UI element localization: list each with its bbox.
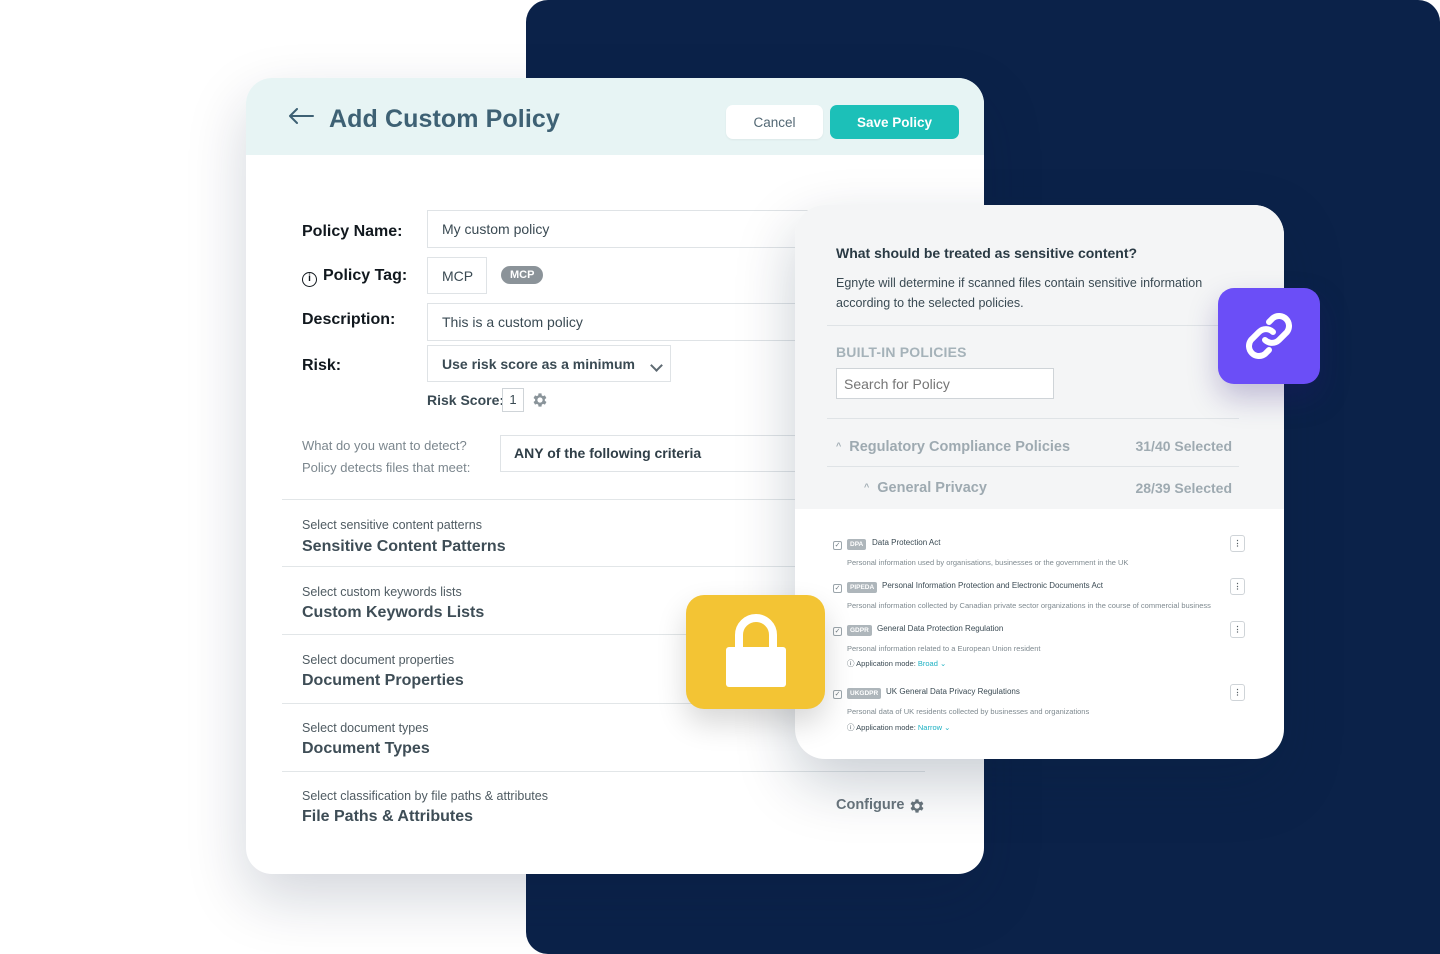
section-subtitle: Select document properties bbox=[302, 653, 455, 667]
description-label: Description: bbox=[302, 311, 396, 328]
chevron-up-icon: ^ bbox=[864, 482, 870, 492]
policy-name-label: Policy Name: bbox=[302, 223, 403, 240]
chevron-down-icon: ⌄ bbox=[942, 723, 951, 732]
policy-description: Personal information used by organisatio… bbox=[847, 558, 1129, 567]
page-title: Add Custom Policy bbox=[329, 105, 560, 133]
section-document-types[interactable]: Document Types bbox=[302, 740, 430, 758]
checkbox[interactable]: ✓ bbox=[833, 627, 842, 636]
divider bbox=[827, 418, 1239, 419]
application-mode-label: Application mode: bbox=[856, 659, 916, 668]
side-question: What should be treated as sensitive cont… bbox=[836, 245, 1138, 261]
save-policy-button[interactable]: Save Policy bbox=[830, 105, 959, 139]
policy-tag-pill: MCP bbox=[501, 266, 544, 284]
chevron-down-icon bbox=[650, 359, 663, 372]
policy-description: Personal data of UK residents collected … bbox=[847, 707, 1090, 716]
group-name: Regulatory Compliance Policies bbox=[849, 439, 1071, 455]
built-in-policies-card: What should be treated as sensitive cont… bbox=[795, 205, 1284, 759]
more-options-icon[interactable]: ⋮ bbox=[1230, 684, 1245, 701]
policy-tag-input[interactable]: MCP bbox=[427, 257, 487, 294]
policy-badge: GDPR bbox=[847, 625, 872, 636]
policy-search-input[interactable] bbox=[836, 368, 1054, 399]
policy-name: UK General Data Privacy Regulations bbox=[886, 687, 1020, 696]
group-name: General Privacy bbox=[877, 480, 987, 496]
detect-question: What do you want to detect? bbox=[302, 438, 467, 453]
section-subtitle: Select classification by file paths & at… bbox=[302, 789, 548, 803]
risk-select-value: Use risk score as a minimum bbox=[442, 355, 635, 372]
policy-badge: DPA bbox=[847, 539, 867, 550]
policy-name-input[interactable]: My custom policy bbox=[427, 210, 847, 248]
stage: Add Custom Policy Cancel Save Policy Pol… bbox=[0, 0, 1440, 954]
group-general-privacy[interactable]: ^ General Privacy bbox=[864, 480, 987, 496]
policy-tag-label-text: Policy Tag: bbox=[323, 267, 408, 284]
risk-select[interactable]: Use risk score as a minimum bbox=[427, 345, 671, 382]
criteria-select[interactable]: ANY of the following criteria bbox=[500, 435, 820, 472]
application-mode-select[interactable]: Narrow bbox=[918, 723, 942, 732]
cancel-button[interactable]: Cancel bbox=[726, 105, 823, 139]
group-count: 31/40 Selected bbox=[1135, 438, 1232, 454]
section-sensitive-content-patterns[interactable]: Sensitive Content Patterns bbox=[302, 538, 506, 556]
application-mode: ⓘ Application mode: Broad ⌄ bbox=[847, 659, 947, 668]
section-custom-keywords-lists[interactable]: Custom Keywords Lists bbox=[302, 604, 484, 622]
gear-icon[interactable] bbox=[531, 391, 549, 409]
risk-label: Risk: bbox=[302, 357, 342, 374]
section-subtitle: Select document types bbox=[302, 721, 429, 735]
more-options-icon[interactable]: ⋮ bbox=[1230, 621, 1245, 638]
gear-icon[interactable] bbox=[908, 797, 926, 815]
divider bbox=[282, 771, 925, 772]
info-icon[interactable]: i bbox=[302, 272, 317, 287]
policy-description: Personal information related to a Europe… bbox=[847, 644, 1041, 653]
chevron-up-icon: ^ bbox=[836, 441, 842, 451]
application-mode: ⓘ Application mode: Narrow ⌄ bbox=[847, 723, 951, 732]
section-file-paths-attributes[interactable]: File Paths & Attributes bbox=[302, 808, 473, 826]
lock-icon bbox=[726, 614, 786, 687]
divider bbox=[827, 325, 1239, 326]
policy-tag-label: i Policy Tag: bbox=[302, 267, 407, 287]
group-count: 28/39 Selected bbox=[1135, 480, 1232, 496]
section-document-properties[interactable]: Document Properties bbox=[302, 672, 464, 690]
section-subtitle: Select sensitive content patterns bbox=[302, 518, 482, 532]
detect-subtext: Policy detects files that meet: bbox=[302, 460, 471, 475]
policy-name: Personal Information Protection and Elec… bbox=[882, 581, 1103, 590]
policy-name: General Data Protection Regulation bbox=[877, 624, 1004, 633]
application-mode-label: Application mode: bbox=[856, 723, 916, 732]
risk-score-label: Risk Score: bbox=[427, 392, 505, 408]
more-options-icon[interactable]: ⋮ bbox=[1230, 578, 1245, 595]
more-options-icon[interactable]: ⋮ bbox=[1230, 535, 1245, 552]
built-in-policies-heading: BUILT-IN POLICIES bbox=[836, 344, 967, 360]
card-header: Add Custom Policy Cancel Save Policy bbox=[246, 78, 984, 155]
chevron-down-icon: ⌄ bbox=[937, 659, 947, 668]
divider bbox=[827, 466, 1239, 467]
description-input[interactable]: This is a custom policy bbox=[427, 303, 847, 341]
link-badge bbox=[1218, 288, 1320, 384]
checkbox[interactable]: ✓ bbox=[833, 541, 842, 550]
arrow-left-icon[interactable] bbox=[288, 108, 314, 124]
section-subtitle: Select custom keywords lists bbox=[302, 585, 462, 599]
policy-badge: UKGDPR bbox=[847, 688, 882, 699]
configure-link[interactable]: Configure bbox=[836, 797, 904, 813]
risk-score-input[interactable]: 1 bbox=[502, 388, 524, 412]
policy-badge: PIPEDA bbox=[847, 582, 878, 593]
policy-description: Personal information collected by Canadi… bbox=[847, 601, 1211, 610]
policy-name: Data Protection Act bbox=[872, 538, 941, 547]
application-mode-select[interactable]: Broad bbox=[918, 659, 938, 668]
side-description: Egnyte will determine if scanned files c… bbox=[836, 276, 1203, 310]
checkbox[interactable]: ✓ bbox=[833, 584, 842, 593]
checkbox[interactable]: ✓ bbox=[833, 690, 842, 699]
link-icon bbox=[1246, 313, 1292, 359]
lock-badge bbox=[686, 595, 825, 709]
group-regulatory-compliance[interactable]: ^ Regulatory Compliance Policies bbox=[836, 439, 1070, 455]
